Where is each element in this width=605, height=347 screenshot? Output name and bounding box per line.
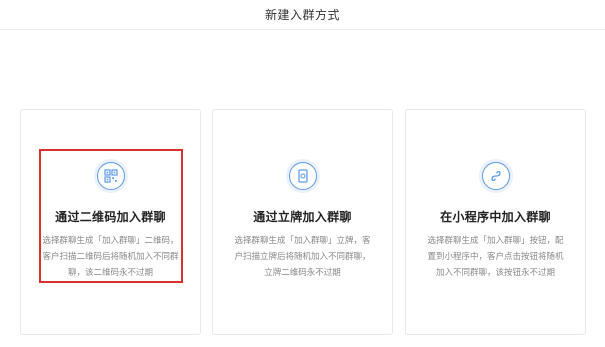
card-standee-join[interactable]: 通过立牌加入群聊 选择群聊生成「加入群聊」立牌，客户扫描立牌后将随机加入不同群聊…	[212, 109, 393, 335]
join-method-list: 通过二维码加入群聊 选择群聊生成「加入群聊」二维码，客户扫描二维码后将随机加入不…	[0, 0, 605, 347]
card-description: 选择群聊生成「加入群聊」立牌，客户扫描立牌后将随机加入不同群聊，立牌二维码永不过…	[234, 236, 371, 278]
card-title: 通过二维码加入群聊	[55, 210, 166, 224]
standee-icon	[285, 159, 320, 193]
miniprogram-icon	[478, 159, 513, 193]
qrcode-icon	[93, 159, 128, 193]
card-miniprogram-join[interactable]: 在小程序中加入群聊 选择群聊生成「加入群聊」按钮，配置到小程序中，客户点击按钮将…	[405, 109, 586, 335]
card-description: 选择群聊生成「加入群聊」二维码，客户扫描二维码后将随机加入不同群聊，该二维码永不…	[42, 236, 179, 278]
card-title: 通过立牌加入群聊	[253, 210, 352, 224]
card-title: 在小程序中加入群聊	[440, 210, 551, 224]
card-description: 选择群聊生成「加入群聊」按钮，配置到小程序中，客户点击按钮将随机加入不同群聊，该…	[427, 236, 564, 278]
card-qrcode-join[interactable]: 通过二维码加入群聊 选择群聊生成「加入群聊」二维码，客户扫描二维码后将随机加入不…	[20, 109, 201, 335]
